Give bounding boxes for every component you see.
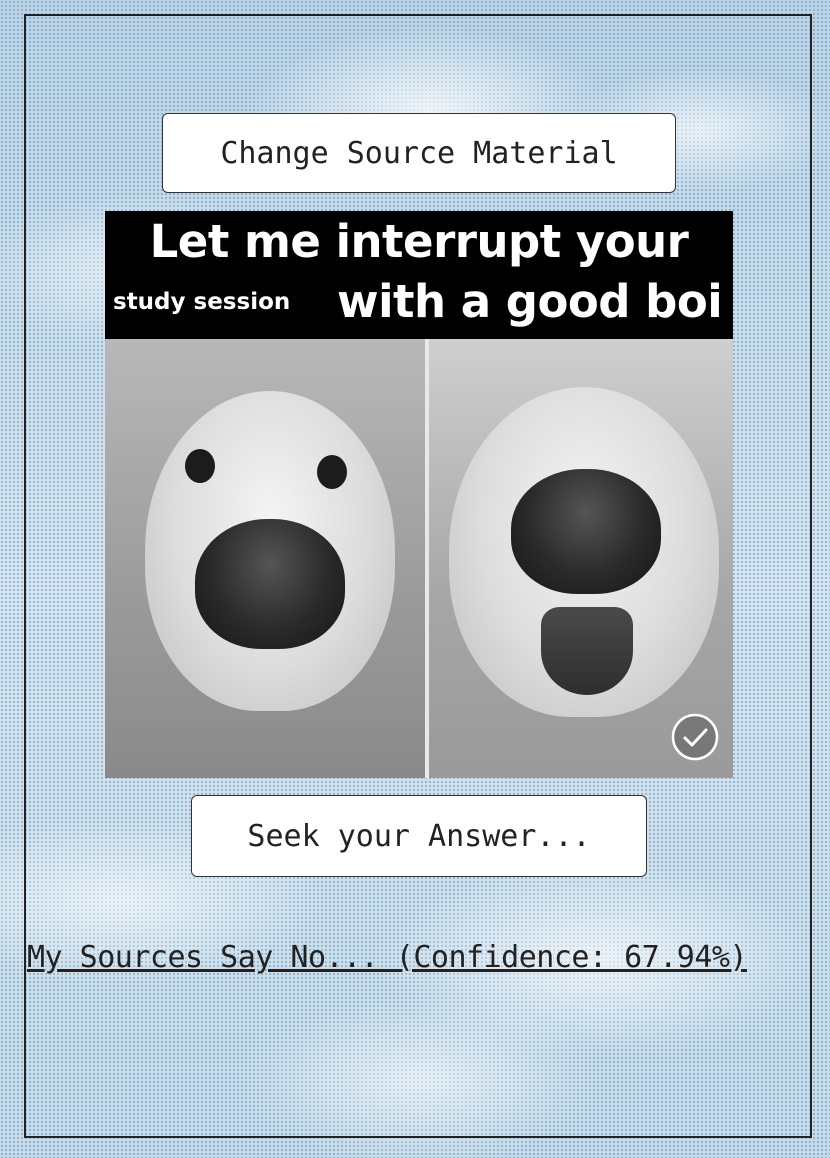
answer-result-link[interactable]: My Sources Say No... (Confidence: 67.94%… (27, 940, 748, 975)
checkmark-circle-icon (671, 713, 719, 761)
dog-tongue (541, 607, 633, 695)
meme-caption-large: with a good boi (337, 275, 723, 328)
meme-caption-line1: Let me interrupt your (149, 215, 689, 268)
meme-caption: Let me interrupt your study session with… (105, 211, 733, 339)
source-image: Let me interrupt your study session with… (105, 211, 733, 778)
dog-eye-left (185, 449, 215, 483)
change-source-button[interactable]: Change Source Material (162, 113, 676, 193)
dog-nose-right (511, 469, 661, 594)
dog-photo-left (105, 339, 425, 778)
meme-caption-small: study session (113, 289, 291, 315)
seek-answer-button[interactable]: Seek your Answer... (191, 795, 647, 877)
dog-nose-left (195, 519, 345, 649)
dog-eye-right (317, 455, 347, 489)
